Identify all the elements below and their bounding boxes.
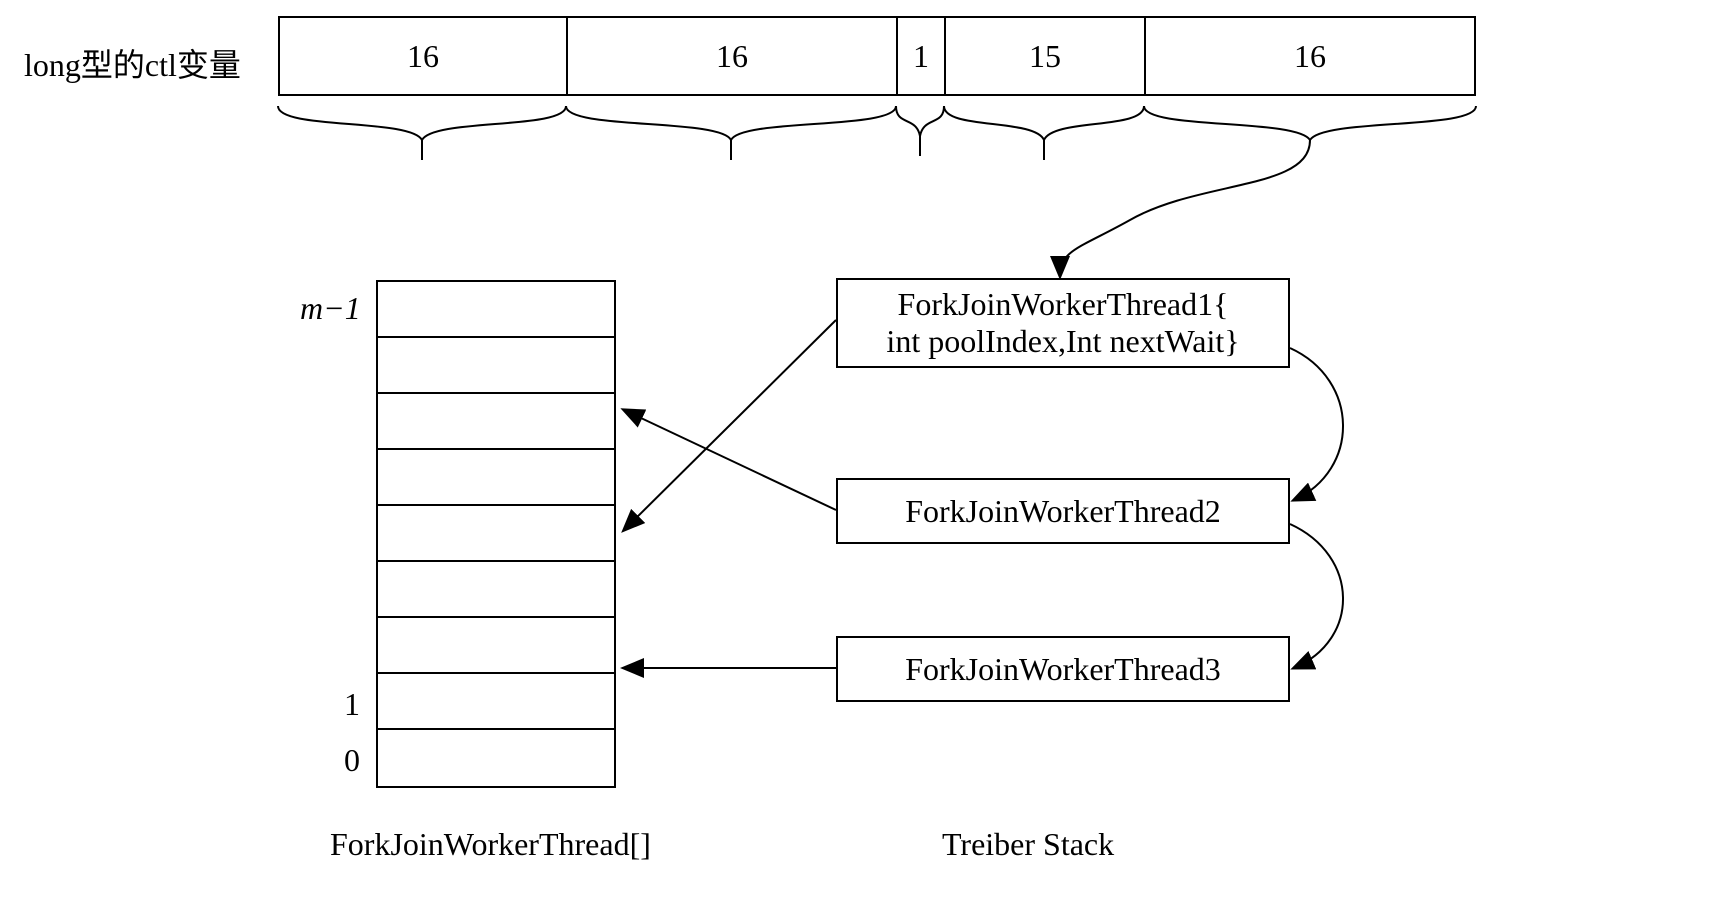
stack-node-3: ForkJoinWorkerThread3 (836, 636, 1290, 702)
worker-thread-array (376, 280, 616, 788)
array-index-1: 1 (300, 686, 360, 723)
array-cell (378, 282, 614, 338)
stack-node-1: ForkJoinWorkerThread1{ int poolIndex,Int… (836, 278, 1290, 368)
bitfield-segment-5: 16 (1146, 18, 1474, 94)
array-cell (378, 562, 614, 618)
bitfield-segment-3: 1 (898, 18, 946, 94)
bitfield-segment-1: 16 (280, 18, 568, 94)
stack-caption: Treiber Stack (942, 826, 1114, 863)
array-cell (378, 506, 614, 562)
bitfield-segment-4: 15 (946, 18, 1146, 94)
stack-node-2: ForkJoinWorkerThread2 (836, 478, 1290, 544)
stack-node-1-line1: ForkJoinWorkerThread1{ (898, 286, 1229, 323)
ctl-forkjoin-diagram: long型的ctl变量 16 16 1 15 16 m−1 1 0 ForkJo… (0, 0, 1718, 899)
bitfield-segment-2: 16 (568, 18, 898, 94)
array-cell (378, 730, 614, 786)
ctl-variable-label: long型的ctl变量 (24, 40, 241, 86)
array-cell (378, 394, 614, 450)
array-cell (378, 618, 614, 674)
stack-node-1-line2: int poolIndex,Int nextWait} (886, 323, 1239, 360)
bitfield-container: 16 16 1 15 16 (278, 16, 1476, 96)
array-index-top: m−1 (300, 290, 360, 327)
array-cell (378, 338, 614, 394)
array-caption: ForkJoinWorkerThread[] (330, 826, 651, 863)
arrows-overlay (0, 0, 1718, 899)
array-index-0: 0 (300, 742, 360, 779)
array-cell (378, 674, 614, 730)
array-cell (378, 450, 614, 506)
